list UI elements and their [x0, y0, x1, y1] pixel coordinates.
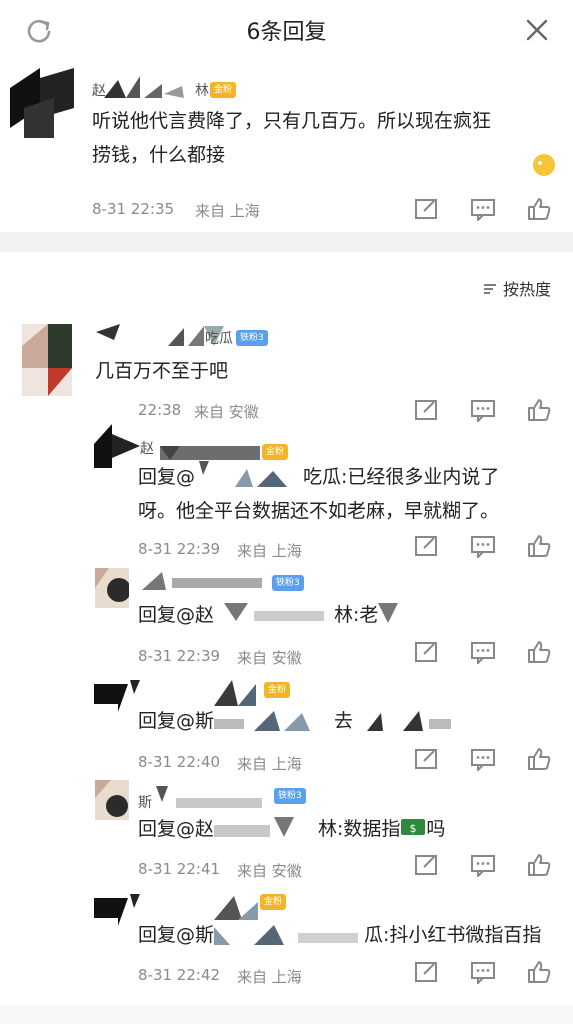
username-mosaic	[214, 680, 256, 706]
repost-icon[interactable]	[414, 640, 440, 664]
repost-icon[interactable]	[414, 747, 440, 771]
fan-badge: 金粉	[262, 444, 289, 460]
username[interactable]: 斯	[138, 792, 152, 812]
comment-icon[interactable]	[470, 853, 496, 877]
comment-actions	[414, 534, 552, 558]
bottom-bar	[0, 1006, 573, 1024]
comment-time: 8-31 22:39	[138, 540, 221, 558]
like-icon[interactable]	[526, 398, 552, 422]
comment-actions	[414, 640, 552, 664]
avatar[interactable]	[22, 324, 72, 396]
comment-actions	[414, 747, 552, 771]
comment-text: 回复@斯去	[138, 704, 453, 738]
mention-mosaic	[224, 603, 325, 621]
avatar[interactable]	[94, 424, 140, 468]
comment-text: 回复@ 吃瓜:已经很多业内说了 呀。他全平台数据还不如老麻，早就糊了。	[138, 460, 558, 528]
fire-emoji-icon	[533, 154, 555, 176]
comment-text: 几百万不至于吧	[95, 360, 229, 382]
username-suffix: 林	[195, 83, 209, 99]
comment-actions	[414, 853, 552, 877]
svg-text:$: $	[410, 822, 417, 835]
like-icon[interactable]	[526, 853, 552, 877]
comment-time: 8-31 22:35	[92, 200, 175, 218]
avatar[interactable]	[94, 680, 140, 712]
like-icon[interactable]	[526, 534, 552, 558]
fan-badge: 金粉	[260, 894, 287, 910]
mention-mosaic	[214, 711, 311, 731]
close-icon[interactable]	[525, 18, 549, 42]
comment-text: 回复@赵 林:老	[138, 598, 408, 632]
section-divider	[0, 232, 573, 252]
repost-icon[interactable]	[414, 398, 440, 422]
comment-source: 来自 上海	[237, 755, 302, 773]
username-mosaic	[104, 76, 184, 98]
avatar[interactable]	[10, 68, 74, 138]
avatar[interactable]	[95, 780, 129, 820]
comment-time: 8-31 22:39	[138, 647, 221, 665]
comment-icon[interactable]	[470, 960, 496, 984]
mention-mosaic	[367, 711, 452, 731]
username-mosaic	[214, 896, 258, 920]
repost-icon[interactable]	[414, 197, 440, 221]
comment-actions	[414, 197, 552, 221]
fan-badge: 铁粉3	[236, 330, 268, 346]
comment-source: 来自 安徽	[237, 862, 302, 880]
avatar[interactable]	[94, 894, 140, 926]
comment-time: 8-31 22:42	[138, 966, 221, 984]
mention-mosaic	[378, 603, 399, 623]
comment-icon[interactable]	[470, 398, 496, 422]
like-icon[interactable]	[526, 960, 552, 984]
comment-source: 来自 上海	[237, 968, 302, 986]
like-icon[interactable]	[526, 197, 552, 221]
comment-source: 来自 上海	[195, 202, 260, 220]
comment-icon[interactable]	[470, 747, 496, 771]
like-icon[interactable]	[526, 747, 552, 771]
comment-text: 回复@赵 林:数据指 $ 吗	[138, 812, 445, 846]
username-mosaic	[160, 446, 260, 460]
mention-mosaic	[214, 925, 359, 945]
repost-icon[interactable]	[414, 960, 440, 984]
username-mosaic	[142, 572, 262, 590]
avatar[interactable]	[95, 568, 129, 608]
mention-mosaic	[199, 461, 288, 487]
sort-button[interactable]: 按热度	[482, 276, 551, 300]
repost-icon[interactable]	[414, 534, 440, 558]
comment-time: 8-31 22:40	[138, 753, 221, 771]
comment-actions	[414, 960, 552, 984]
comment-text: 听说他代言费降了，只有几百万。所以现在疯狂 捞钱，什么都接	[92, 110, 492, 166]
comment-source: 来自 安徽	[194, 403, 259, 421]
fan-badge: 铁粉3	[274, 788, 306, 804]
comment-source: 来自 安徽	[237, 649, 302, 667]
comment-icon[interactable]	[470, 197, 496, 221]
comment-time: 22:38	[138, 401, 182, 419]
header: 6条回复	[0, 0, 573, 60]
repost-icon[interactable]	[414, 853, 440, 877]
fan-badge: 金粉	[210, 82, 237, 98]
comment-actions	[414, 398, 552, 422]
like-icon[interactable]	[526, 640, 552, 664]
username[interactable]: 赵	[140, 438, 154, 458]
page-title: 6条回复	[246, 20, 327, 45]
comment-icon[interactable]	[470, 534, 496, 558]
sort-icon	[483, 284, 496, 294]
money-emoji-icon: $	[401, 819, 426, 835]
username-suffix: 吃瓜	[205, 331, 233, 347]
username-mosaic	[156, 786, 262, 808]
fan-badge: 金粉	[264, 682, 291, 698]
comment-source: 来自 上海	[237, 542, 302, 560]
comment-text: 回复@斯 瓜:抖小红书微指百指	[138, 918, 541, 952]
mention-mosaic	[214, 817, 295, 837]
comment-time: 8-31 22:41	[138, 860, 221, 878]
comment-icon[interactable]	[470, 640, 496, 664]
fan-badge: 铁粉3	[272, 575, 304, 591]
